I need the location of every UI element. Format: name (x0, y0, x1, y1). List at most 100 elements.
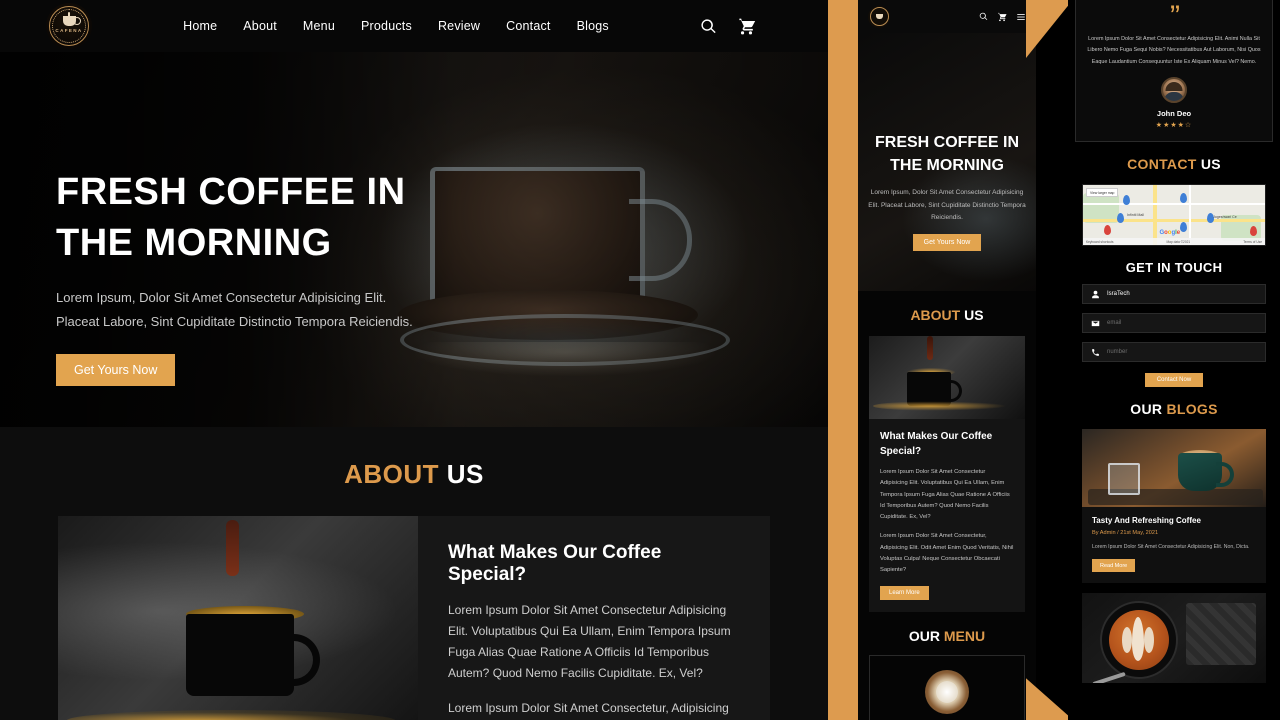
about-image (58, 516, 418, 720)
tablet-about-learn-more-button[interactable]: Learn More (880, 585, 929, 600)
blog-card[interactable]: Tasty And Refreshing Coffee By Admin / 2… (1082, 429, 1266, 584)
blog-2-latte-art (1122, 617, 1154, 662)
review-author-name: John Deo (1156, 109, 1192, 119)
blog-meta: By Admin / 21st May, 2021 (1092, 530, 1159, 537)
contact-title-rest: US (1200, 156, 1221, 173)
map-pin-4 (1180, 222, 1187, 233)
map-google-watermark: Google (1159, 230, 1181, 237)
hero-cta-button[interactable]: Get Yours Now (56, 353, 176, 386)
orange-divider-band (828, 0, 858, 720)
nav-link-menu[interactable]: Menu (303, 19, 335, 33)
hero-heading-line1: FRESH COFFEE IN (56, 171, 406, 213)
contact-title-accent: CONTACT (1127, 156, 1197, 173)
map-road-secondary (1189, 185, 1191, 246)
tablet-about-title-rest: US (964, 307, 984, 323)
hero-heading: FRESH COFFEE IN THE MORNING (56, 167, 416, 270)
tablet-about-image (869, 336, 1025, 419)
map-road-horizontal (1083, 219, 1265, 223)
search-icon[interactable] (700, 18, 717, 35)
about-image-mug (186, 614, 320, 696)
map-embed[interactable]: Infiniti Mall Jogeshwari Ce Google View … (1082, 184, 1266, 247)
desktop-nav-icons (700, 17, 756, 36)
contact-now-button[interactable]: Contact Now (1144, 373, 1204, 388)
cart-icon[interactable] (737, 17, 756, 36)
map-road-secondary-2 (1083, 203, 1265, 205)
map-pin-1 (1123, 195, 1130, 206)
blogs-section-title: OUR BLOGS (1068, 401, 1280, 417)
nav-link-products[interactable]: Products (361, 19, 412, 33)
page-stage: CAFENA Home About Menu Products Review C… (0, 0, 1280, 720)
blog-card-2-image[interactable] (1082, 593, 1266, 684)
tablet-about-card: What Makes Our Coffee Special? Lorem Ips… (869, 336, 1025, 612)
hero-paragraph: Lorem Ipsum, Dolor Sit Amet Consectetur … (56, 289, 413, 329)
blog-card-body: Tasty And Refreshing Coffee By Admin / 2… (1082, 507, 1266, 583)
blogs-title-accent: OUR (1130, 401, 1163, 418)
tablet-menu-section: OUR MENU Tasty And Healty $15.99$20.99 (858, 612, 1036, 720)
nav-link-review[interactable]: Review (438, 19, 480, 33)
nav-link-home[interactable]: Home (183, 19, 217, 33)
latte-image (925, 669, 969, 714)
user-icon (1092, 290, 1099, 298)
tablet-hero-content: FRESH COFFEE IN THE MORNING Lorem Ipsum,… (866, 131, 1028, 252)
tablet-about-body: What Makes Our Coffee Special? Lorem Ips… (869, 419, 1025, 612)
map-view-larger-button[interactable]: View larger map (1086, 188, 1119, 198)
search-icon[interactable] (979, 12, 988, 21)
rating-stars: ★★★★☆ (1155, 122, 1193, 130)
nav-link-contact[interactable]: Contact (506, 19, 550, 33)
desktop-nav-links: Home About Menu Products Review Contact … (183, 19, 609, 33)
phone-field-placeholder: number (1107, 349, 1128, 356)
email-field[interactable]: email (1082, 313, 1266, 334)
blog-read-more-button[interactable]: Read More (1092, 559, 1136, 573)
tablet-about-title-accent: ABOUT (910, 307, 961, 323)
tablet-about-pool (873, 401, 1013, 411)
avatar-hair (1165, 82, 1183, 92)
name-field-value: IsraTech (1107, 291, 1130, 298)
desktop-navbar: CAFENA Home About Menu Products Review C… (0, 0, 828, 52)
review-card: ” Lorem Ipsum Dolor Sit Amet Consectetur… (1075, 0, 1273, 143)
cart-icon[interactable] (997, 12, 1007, 22)
tablet-navbar (858, 0, 1036, 33)
map-pin-6 (1104, 225, 1111, 236)
about-text-panel: What Makes Our Coffee Special? Lorem Ips… (418, 516, 770, 720)
about-paragraph-2: Lorem Ipsum Dolor Sit Amet Consectetur, … (448, 701, 729, 715)
map-data-attribution: Map data ©2021 (1166, 239, 1191, 244)
about-image-pool (66, 710, 396, 720)
email-field-placeholder: email (1107, 320, 1122, 327)
desktop-hero: FRESH COFFEE IN THE MORNING Lorem Ipsum,… (0, 52, 828, 427)
blog-2-spoon (1092, 672, 1126, 684)
mobile-contact-section: CONTACT US Infiniti Mall Jogeshwari Ce G… (1068, 156, 1280, 388)
tablet-about-heading: What Makes Our Coffee Special? (880, 431, 993, 457)
tablet-menu-item[interactable]: Tasty And Healty $15.99$20.99 (869, 654, 1025, 720)
map-label-2: Jogeshwari Ce (1213, 215, 1237, 220)
phone-icon (1092, 348, 1099, 356)
about-title-accent: ABOUT (344, 459, 440, 489)
tablet-hero-paragraph: Lorem Ipsum, Dolor Sit Amet Consectetur … (868, 189, 1026, 222)
hamburger-icon[interactable] (1016, 12, 1026, 22)
coffee-cup-icon (62, 16, 81, 26)
name-field[interactable]: IsraTech (1082, 284, 1266, 305)
map-terms-of-use[interactable]: Terms of Use (1243, 240, 1262, 244)
tablet-viewport: FRESH COFFEE IN THE MORNING Lorem Ipsum,… (858, 0, 1036, 720)
tablet-logo[interactable] (868, 5, 890, 28)
map-keyboard-shortcuts[interactable]: Keyboard shortcuts (1086, 240, 1113, 244)
nav-link-about[interactable]: About (243, 19, 277, 33)
about-paragraph-1: Lorem Ipsum Dolor Sit Amet Consectetur A… (448, 603, 731, 680)
tablet-menu-title-accent: OUR (908, 627, 940, 644)
orange-wedge-top (1026, 0, 1068, 58)
desktop-viewport: CAFENA Home About Menu Products Review C… (0, 0, 828, 720)
mobile-blogs-section: OUR BLOGS Tasty And Refreshing Coffee By… (1068, 401, 1280, 684)
nav-link-blogs[interactable]: Blogs (577, 19, 609, 33)
desktop-about-section: ABOUT US What Makes Our Coffee Special? … (0, 427, 828, 720)
map-pin-7 (1250, 226, 1257, 237)
contact-section-title: CONTACT US (1068, 156, 1280, 172)
get-in-touch-block: GET IN TOUCH IsraTech email number Conta… (1068, 260, 1280, 388)
blog-image-green-cup (1178, 453, 1234, 492)
tablet-hero-cta-button[interactable]: Get Yours Now (912, 234, 982, 252)
blog-title: Tasty And Refreshing Coffee (1092, 516, 1201, 526)
avatar (1161, 77, 1187, 104)
tablet-nav-icons (979, 12, 1026, 22)
blog-image (1082, 429, 1266, 508)
blog-2-latte (1109, 610, 1169, 671)
phone-field[interactable]: number (1082, 342, 1266, 363)
logo[interactable]: CAFENA (46, 3, 92, 49)
